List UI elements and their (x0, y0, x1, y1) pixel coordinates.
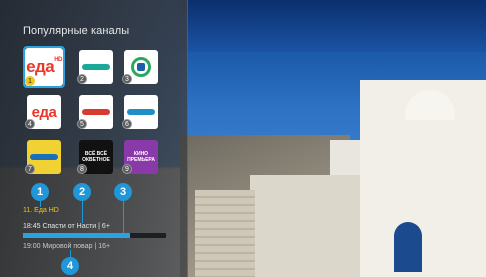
eda-logo: еда (31, 103, 57, 121)
channel-number: 4 (25, 119, 35, 129)
eda-hd-logo: едаHD (26, 57, 62, 76)
channel-tile-6[interactable]: 6 (122, 95, 158, 129)
callout-leader (123, 196, 124, 233)
stairs (195, 190, 255, 277)
channel-tile-9[interactable]: КИНО ПРЕМЬЕРА 9 (122, 140, 158, 174)
blue-strip-logo (30, 154, 58, 160)
callout-2: 2 (73, 183, 91, 201)
channel-number: 3 (122, 74, 132, 84)
circle-logo-icon (131, 57, 151, 77)
red-strip-logo (82, 109, 110, 115)
channel-tile-4[interactable]: еда 4 (25, 95, 61, 129)
channel-number: 8 (77, 164, 87, 174)
channel-tile-8[interactable]: ВСЁ ВСЁ ОКВЕТНОЕ 8 (77, 140, 113, 174)
channel-number: 2 (77, 74, 87, 84)
callout-1: 1 (31, 183, 49, 201)
next-program: 19:00 Мировой повар | 16+ (23, 243, 111, 250)
channel-tile-7[interactable]: 7 (25, 140, 61, 174)
channels-panel: Популярные каналы едаHD 1 2 3 еда 4 5 6 … (0, 0, 188, 277)
panel-divider (187, 0, 188, 277)
white-building (250, 175, 360, 277)
channel-tile-5[interactable]: 5 (77, 95, 113, 129)
current-channel-name: 11. Еда HD (23, 207, 59, 214)
channel-number: 5 (77, 119, 87, 129)
callout-3: 3 (114, 183, 132, 201)
panel-title: Популярные каналы (23, 25, 130, 37)
channel-number: 9 (122, 164, 132, 174)
channel-tile-2[interactable]: 2 (77, 50, 113, 84)
blue-door (394, 222, 422, 272)
channel-number: 7 (25, 164, 35, 174)
channel-number: 6 (122, 119, 132, 129)
callout-4: 4 (61, 257, 79, 275)
current-program: 18:45 Спасти от Насти | 6+ (23, 223, 110, 230)
blue-strip-logo (127, 109, 155, 115)
green-strip-logo (82, 64, 110, 70)
channel-number: 1 (25, 76, 35, 86)
channel-tile-1[interactable]: едаHD 1 (23, 46, 65, 88)
channel-tile-3[interactable]: 3 (122, 50, 158, 84)
program-progress-bar (23, 233, 166, 238)
sky (180, 0, 486, 60)
progress-fill (23, 233, 131, 238)
